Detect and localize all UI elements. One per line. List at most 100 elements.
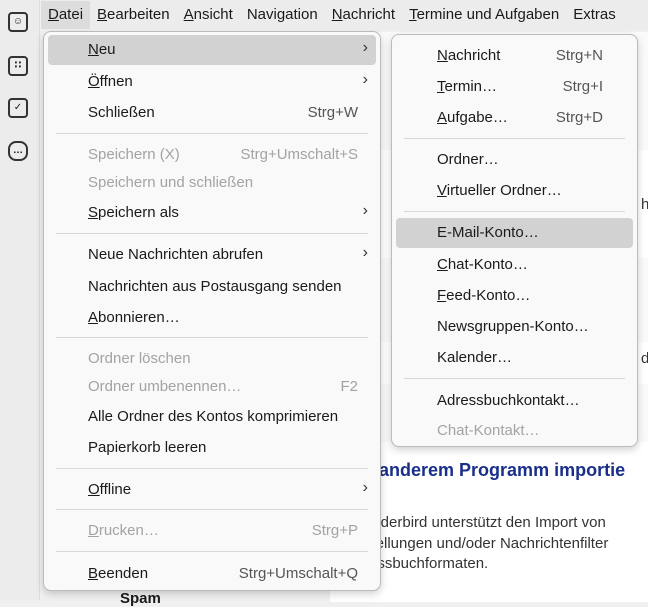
- chevron-right-icon: ›: [362, 71, 368, 88]
- menuitem-label: Feed-Konto…: [437, 287, 531, 304]
- menuitem-virtueller-ordner[interactable]: Virtueller Ordner…: [396, 176, 633, 206]
- menuitem-speichern-und-schließen[interactable]: Speichern und schließen: [48, 168, 376, 198]
- file-menu: Neu › Öffnen › Schließen Strg+W Speichern (X) S…: [43, 31, 381, 591]
- menuitem-label: Neu: [88, 41, 116, 58]
- menuitem-chat-kontakt[interactable]: Chat-Kontakt…: [396, 416, 633, 446]
- menu-bar: Datei Bearbeiten Ansicht Navigation Nach…: [41, 0, 648, 30]
- menu-separator: [56, 233, 368, 234]
- menuitem-termin[interactable]: Termin… Strg+I: [396, 72, 633, 102]
- menuitem-newsgruppen-konto[interactable]: Newsgruppen-Konto…: [396, 312, 633, 342]
- menuitem-ordner-umbenennen[interactable]: Ordner umbenennen… F2: [48, 372, 376, 402]
- import-text-line: stellungen und/oder Nachrichtenfilter: [364, 535, 609, 552]
- menuitem-label: Speichern (X): [88, 146, 180, 163]
- shortcut-label: F2: [340, 378, 358, 395]
- menuitem-label: Speichern und schließen: [88, 174, 254, 191]
- menuitem-label: Speichern als: [88, 204, 179, 221]
- menuitem-label: Kalender…: [437, 349, 513, 366]
- menuitem-label: Newsgruppen-Konto…: [437, 318, 589, 335]
- menuitem-label: Termin…: [437, 78, 498, 95]
- menuitem-kalender[interactable]: Kalender…: [396, 343, 633, 373]
- menuitem-label: Öffnen: [88, 73, 133, 90]
- menuitem-nachricht[interactable]: Nachricht Strg+N: [396, 41, 633, 71]
- menuitem-neue-nachrichten-abrufen[interactable]: Neue Nachrichten abrufen ›: [48, 240, 376, 270]
- chevron-right-icon: ›: [362, 244, 368, 261]
- folder-spam[interactable]: Spam: [120, 590, 161, 607]
- menu-separator: [404, 378, 625, 379]
- menu-datei[interactable]: Datei: [41, 1, 91, 29]
- import-text-line: ressbuchformaten.: [364, 555, 489, 572]
- menuitem-papierkorb-leeren[interactable]: Papierkorb leeren: [48, 433, 376, 463]
- content-fragment: h: [641, 196, 648, 213]
- menuitem-neu[interactable]: Neu ›: [48, 35, 376, 65]
- menu-separator: [56, 468, 368, 469]
- tasks-icon[interactable]: ✓: [8, 98, 28, 118]
- menu-separator: [56, 337, 368, 338]
- new-submenu: Nachricht Strg+N Termin… Strg+I Aufgabe… Strg…: [391, 34, 638, 447]
- shortcut-label: Strg+W: [307, 104, 358, 121]
- menuitem-ordner[interactable]: Ordner…: [396, 145, 633, 175]
- chat-icon[interactable]: …: [8, 141, 28, 161]
- menuitem-drucken[interactable]: Drucken… Strg+P: [48, 516, 376, 546]
- menuitem-nachrichten-aus-postausgang-senden[interactable]: Nachrichten aus Postausgang senden: [48, 272, 376, 302]
- shortcut-label: Strg+N: [555, 47, 603, 64]
- menu-bearbeiten[interactable]: Bearbeiten: [90, 1, 177, 29]
- menuitem-label: Papierkorb leeren: [88, 439, 207, 456]
- menuitem-ordner-löschen[interactable]: Ordner löschen: [48, 344, 376, 374]
- menuitem-label: Schließen: [88, 104, 155, 121]
- menuitem-label: Offline: [88, 481, 132, 498]
- shortcut-label: Strg+Umschalt+Q: [238, 565, 358, 582]
- menuitem-beenden[interactable]: Beenden Strg+Umschalt+Q: [48, 559, 376, 589]
- menuitem-label: E-Mail-Konto…: [437, 224, 539, 241]
- menuitem-abonnieren[interactable]: Abonnieren…: [48, 303, 376, 333]
- import-text-line: underbird unterstützt den Import von: [364, 514, 606, 531]
- menuitem-aufgabe[interactable]: Aufgabe… Strg+D: [396, 103, 633, 133]
- menuitem-offline[interactable]: Offline ›: [48, 475, 376, 505]
- chevron-right-icon: ›: [362, 202, 368, 219]
- menuitem-label: Neue Nachrichten abrufen: [88, 246, 264, 263]
- menuitem-label: Adressbuchkontakt…: [437, 392, 580, 409]
- menuitem-feed-konto[interactable]: Feed-Konto…: [396, 281, 633, 311]
- menuitem-chat-konto[interactable]: Chat-Konto…: [396, 250, 633, 280]
- menuitem-label: Drucken…: [88, 522, 159, 539]
- menuitem-label: Alle Ordner des Kontos komprimieren: [88, 408, 339, 425]
- menu-separator: [56, 551, 368, 552]
- menu-navigation[interactable]: Navigation: [240, 1, 325, 29]
- menuitem-alle-ordner-des-kontos-komprimieren[interactable]: Alle Ordner des Kontos komprimieren: [48, 402, 376, 432]
- address-book-icon[interactable]: ☺: [8, 12, 28, 32]
- menu-separator: [404, 211, 625, 212]
- content-fragment: d: [641, 350, 648, 367]
- menuitem-speichern-x[interactable]: Speichern (X) Strg+Umschalt+S: [48, 140, 376, 170]
- menuitem-speichern-als[interactable]: Speichern als ›: [48, 198, 376, 228]
- menuitem-label: Beenden: [88, 565, 149, 582]
- shortcut-label: Strg+I: [562, 78, 603, 95]
- menuitem-label: Chat-Kontakt…: [437, 422, 540, 439]
- menuitem-label: Nachrichten aus Postausgang senden: [88, 278, 342, 295]
- menuitem-label: Ordner löschen: [88, 350, 191, 367]
- chevron-right-icon: ›: [362, 479, 368, 496]
- menuitem-label: Abonnieren…: [88, 309, 180, 326]
- menu-termine-und-aufgaben[interactable]: Termine und Aufgaben: [402, 1, 566, 29]
- shortcut-label: Strg+Umschalt+S: [240, 146, 358, 163]
- chevron-right-icon: ›: [362, 39, 368, 56]
- menu-separator: [404, 138, 625, 139]
- menuitem-label: Ordner umbenennen…: [88, 378, 242, 395]
- shortcut-label: Strg+D: [555, 109, 603, 126]
- menu-separator: [56, 509, 368, 510]
- menuitem-adressbuchkontakt[interactable]: Adressbuchkontakt…: [396, 386, 633, 416]
- menu-separator: [56, 133, 368, 134]
- menu-ansicht[interactable]: Ansicht: [177, 1, 240, 29]
- spaces-sidebar: ☺ ∷ ✓ …: [0, 0, 40, 600]
- menuitem-e-mail-konto[interactable]: E-Mail-Konto…: [396, 218, 633, 248]
- menuitem-label: Ordner…: [437, 151, 499, 168]
- menuitem-öffnen[interactable]: Öffnen ›: [48, 67, 376, 97]
- shortcut-label: Strg+P: [311, 522, 358, 539]
- import-heading: s anderem Programm importie: [364, 460, 626, 480]
- menuitem-label: Aufgabe…: [437, 109, 508, 126]
- menuitem-label: Virtueller Ordner…: [437, 182, 562, 199]
- menuitem-schließen[interactable]: Schließen Strg+W: [48, 98, 376, 128]
- menu-nachricht[interactable]: Nachricht: [325, 1, 402, 29]
- calendar-icon[interactable]: ∷: [8, 56, 28, 76]
- menu-extras[interactable]: Extras: [566, 1, 623, 29]
- menuitem-label: Chat-Konto…: [437, 256, 528, 273]
- menuitem-label: Nachricht: [437, 47, 501, 64]
